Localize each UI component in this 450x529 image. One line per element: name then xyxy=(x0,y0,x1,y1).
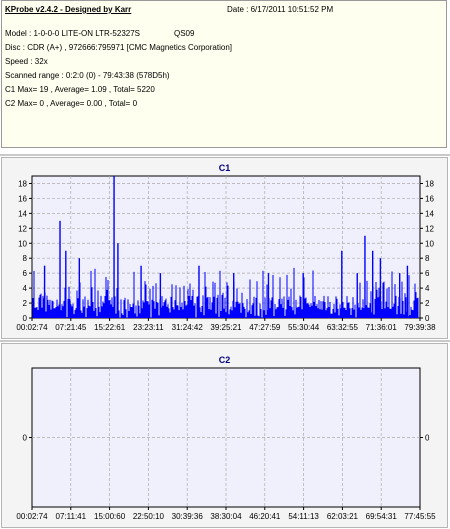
y-tick-label: 18 xyxy=(18,179,27,188)
y-tick-label: 4 xyxy=(425,284,430,293)
y-tick-label: 6 xyxy=(23,269,28,278)
scan-date: Date : 6/17/2011 10:51:52 PM xyxy=(227,5,334,14)
y-tick-label: 8 xyxy=(425,254,430,263)
y-tick-label: 10 xyxy=(425,239,434,248)
y-tick-label: 4 xyxy=(23,284,28,293)
x-tick-label: 15:00:60 xyxy=(94,512,126,521)
scanned-range: Scanned range : 0:2:0 (0) - 79:43:38 (57… xyxy=(5,71,170,80)
y-tick-label: 0 xyxy=(425,314,430,323)
x-tick-label: 15:22:61 xyxy=(94,323,126,332)
y-tick-label: 0 xyxy=(425,434,430,443)
y-tick-label: 12 xyxy=(425,224,434,233)
y-tick-label: 8 xyxy=(23,254,28,263)
x-tick-label: 69:54:31 xyxy=(366,512,398,521)
x-tick-label: 31:24:42 xyxy=(172,323,204,332)
x-tick-label: 00:02:74 xyxy=(16,323,48,332)
x-tick-label: 55:30:44 xyxy=(288,323,320,332)
c2-chart-panel: C2 0 0 00:02:74 07:11:41 15:00:60 22:50:10 30:3… xyxy=(1,343,448,528)
c1-chart: C1 0 0 2 2 4 4 6 6 8 8 10 10 12 12 14 14 16 16 18 18 00:02:74… xyxy=(2,158,447,338)
y-tick-label: 10 xyxy=(18,239,27,248)
x-tick-label: 46:20:41 xyxy=(249,512,281,521)
x-tick-label: 62:03:21 xyxy=(327,512,359,521)
y-tick-label: 0 xyxy=(23,434,28,443)
y-tick-label: 14 xyxy=(18,209,27,218)
y-tick-label: 2 xyxy=(23,299,28,308)
x-tick-label: 00:02:74 xyxy=(16,512,48,521)
x-tick-label: 38:30:04 xyxy=(210,512,242,521)
drive-model: Model : 1-0-0-0 LITE-ON LTR-52327S xyxy=(5,29,141,38)
chart-title: C2 xyxy=(219,355,231,365)
x-tick-label: 22:50:10 xyxy=(133,512,165,521)
y-tick-label: 2 xyxy=(425,299,430,308)
y-tick-label: 12 xyxy=(18,224,27,233)
x-tick-label: 79:39:38 xyxy=(404,323,436,332)
x-tick-label: 63:32:55 xyxy=(327,323,359,332)
y-tick-label: 6 xyxy=(425,269,430,278)
c2-stats: C2 Max= 0 , Average= 0.00 , Total= 0 xyxy=(5,99,138,108)
x-tick-label: 07:11:41 xyxy=(56,512,87,521)
splitter-bottom[interactable] xyxy=(0,340,450,342)
x-tick-label: 23:23:11 xyxy=(133,323,164,332)
x-tick-label: 71:36:01 xyxy=(366,323,398,332)
y-tick-label: 16 xyxy=(18,194,27,203)
x-tick-label: 77:45:55 xyxy=(404,512,436,521)
y-tick-label: 18 xyxy=(425,179,434,188)
y-tick-label: 0 xyxy=(23,314,28,323)
x-tick-label: 39:25:21 xyxy=(210,323,242,332)
chart-title: C1 xyxy=(219,163,231,173)
c1-chart-panel: C1 0 0 2 2 4 4 6 6 8 8 10 10 12 12 14 14 16 16 18 18 00:02:74… xyxy=(1,157,448,339)
drive-firmware: QS09 xyxy=(174,29,195,38)
x-tick-label: 54:11:13 xyxy=(288,512,319,521)
disc-info: Disc : CDR (A+) , 972666:795971 [CMC Mag… xyxy=(5,43,232,52)
x-tick-label: 30:39:36 xyxy=(172,512,204,521)
scan-speed: Speed : 32x xyxy=(5,57,48,66)
info-panel: KProbe v2.4.2 - Designed by Karr Date : … xyxy=(1,0,447,148)
app-title: KProbe v2.4.2 - Designed by Karr xyxy=(5,5,132,14)
x-tick-label: 07:21:45 xyxy=(55,323,87,332)
y-tick-label: 14 xyxy=(425,209,434,218)
c1-stats: C1 Max= 19 , Average= 1.09 , Total= 5220 xyxy=(5,85,155,94)
c2-chart: C2 0 0 00:02:74 07:11:41 15:00:60 22:50:10 30:3… xyxy=(2,344,447,527)
x-tick-label: 47:27:59 xyxy=(249,323,281,332)
y-tick-label: 16 xyxy=(425,194,434,203)
splitter-top[interactable] xyxy=(0,154,450,156)
